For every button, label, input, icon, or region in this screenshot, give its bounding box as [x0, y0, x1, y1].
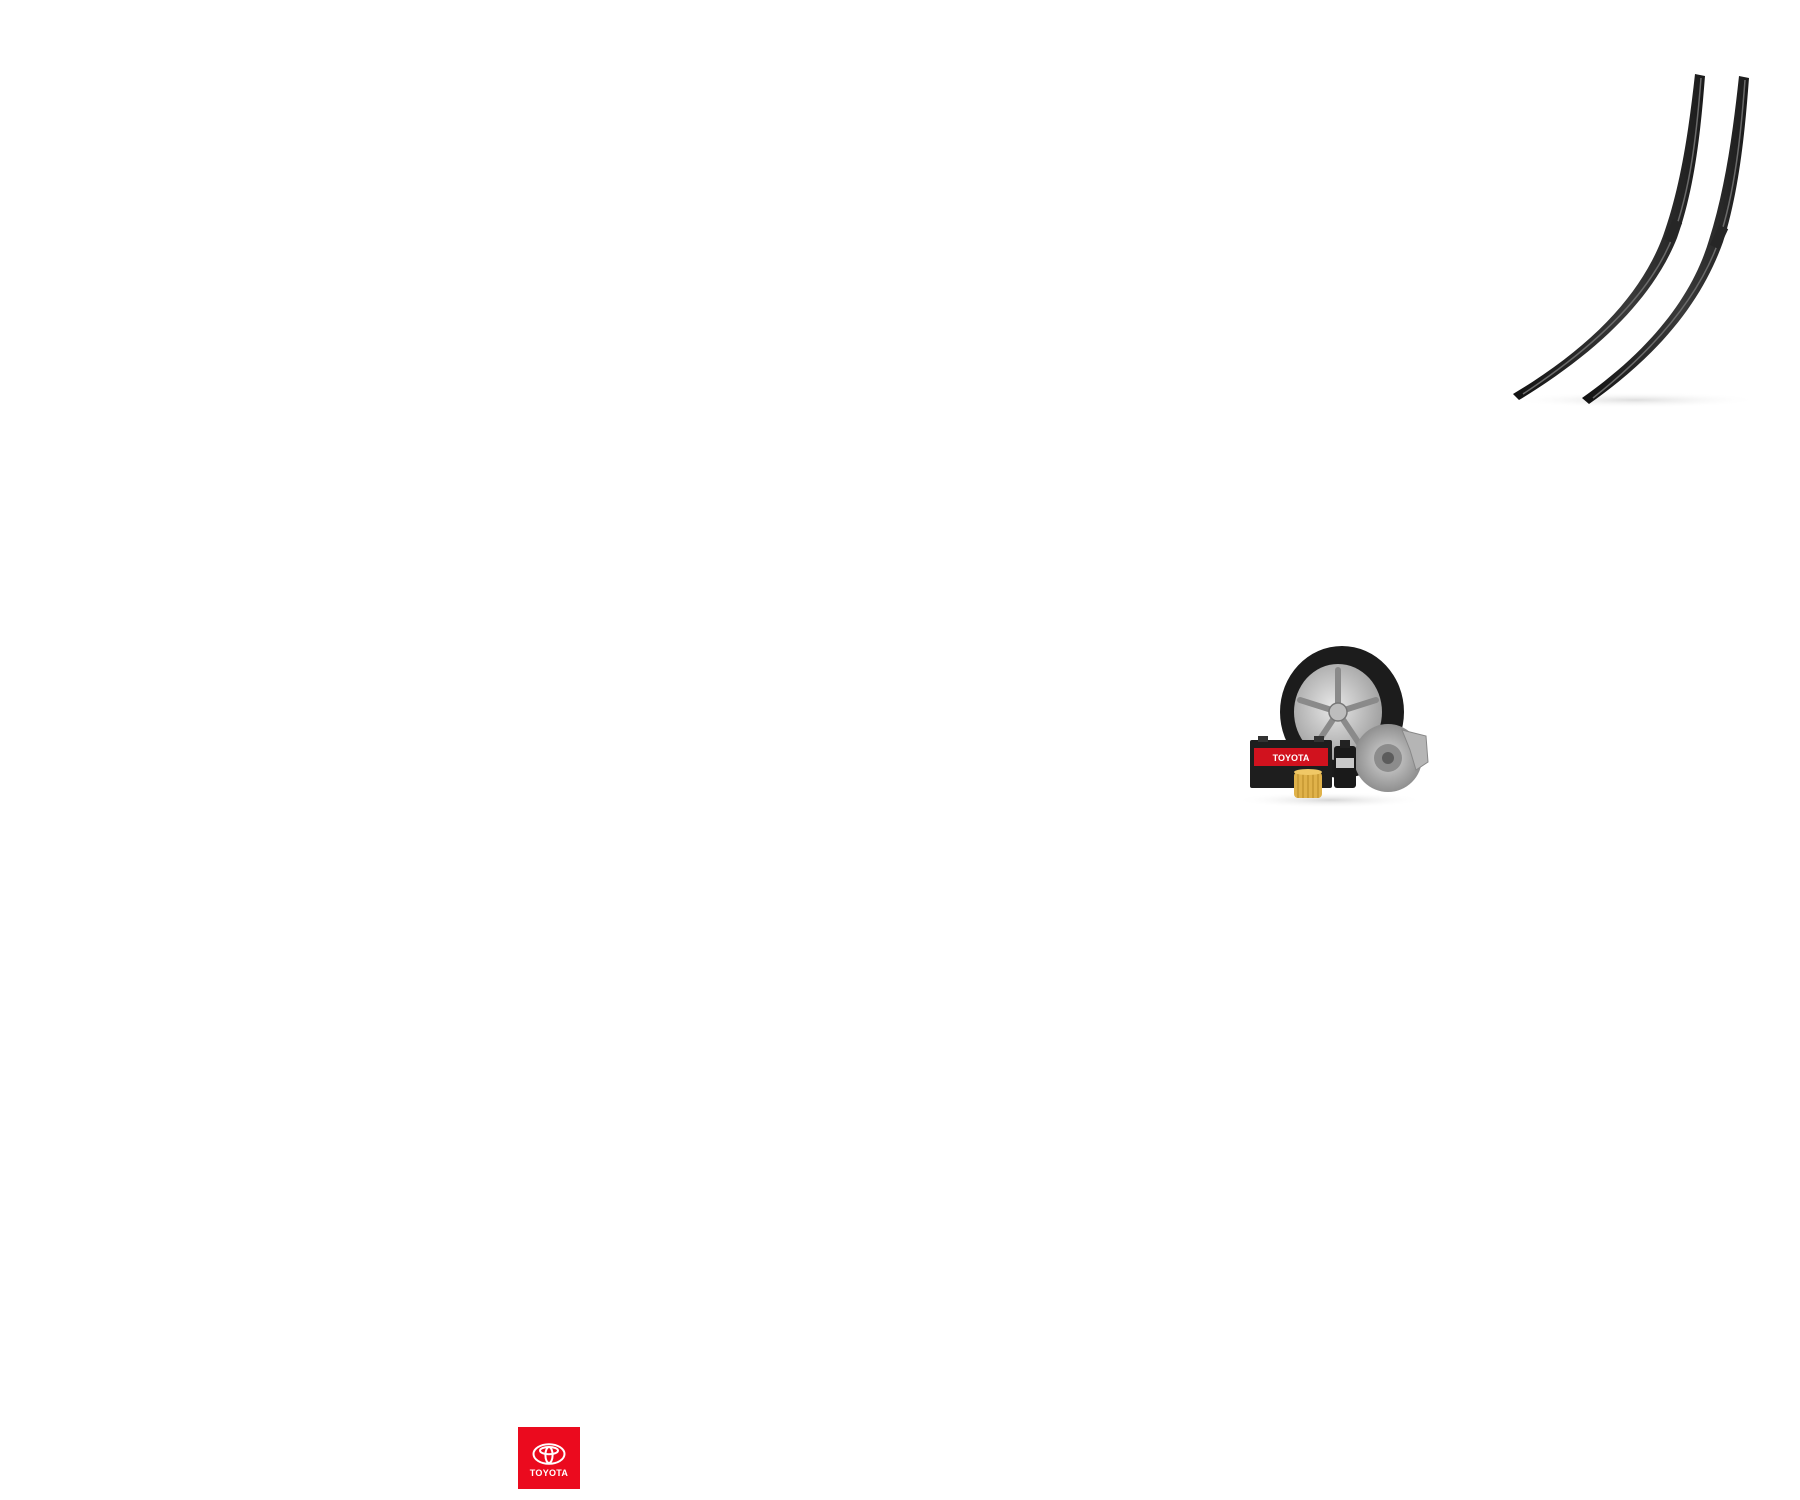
- toyota-emblem-icon: [532, 1442, 566, 1465]
- toyota-parts-image: TOYOTA: [1235, 646, 1429, 808]
- battery-brand-label: TOYOTA: [1273, 753, 1310, 763]
- wiper-blades-image: [1510, 74, 1760, 408]
- toyota-logo[interactable]: TOYOTA: [518, 1427, 580, 1489]
- page-canvas: TOYOTA TOYOTA: [0, 0, 1800, 1500]
- logo-wordmark: TOYOTA: [529, 1467, 569, 1478]
